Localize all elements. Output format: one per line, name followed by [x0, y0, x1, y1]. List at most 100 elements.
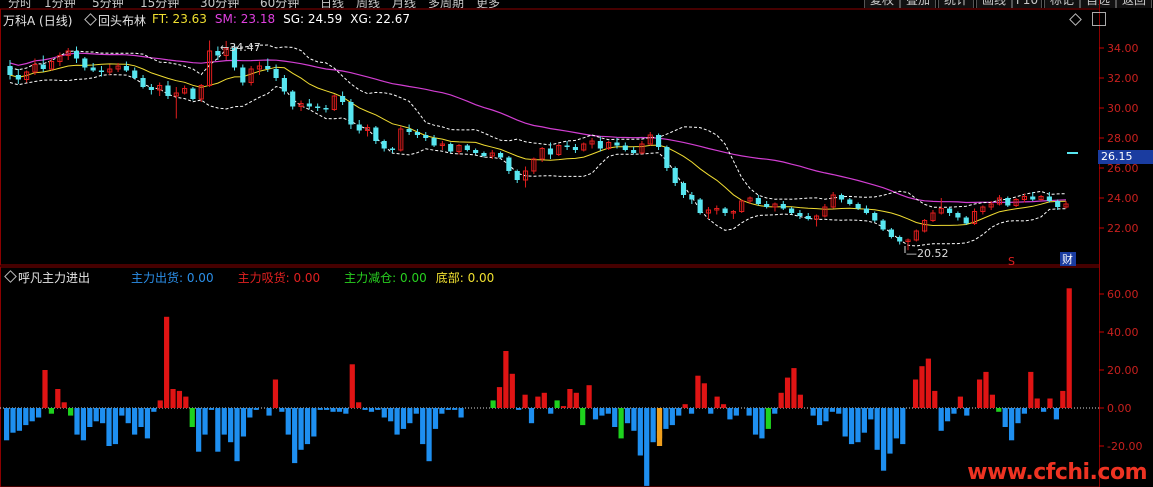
volume-bar — [816, 408, 823, 426]
volume-bar — [394, 408, 400, 435]
main-indicator-2: SG: 24.59 — [283, 12, 343, 26]
candle-body — [888, 229, 894, 237]
volume-bar — [119, 408, 125, 416]
volume-bar — [375, 408, 381, 410]
candle-body — [689, 195, 695, 200]
candle-body — [448, 144, 454, 152]
volume-bar — [304, 408, 311, 445]
volume-bar — [573, 392, 579, 408]
current-price-tag: 26.15 — [1098, 150, 1153, 164]
candle-body — [789, 208, 795, 213]
candle-body — [98, 70, 105, 72]
candle-body — [780, 204, 786, 209]
candle-body — [947, 208, 953, 213]
candle-body — [572, 147, 578, 150]
volume-bar — [733, 408, 739, 416]
volume-bar — [426, 408, 432, 462]
sm-line — [9, 52, 1067, 204]
volume-bar — [279, 408, 285, 412]
volume-bar — [580, 408, 586, 426]
volume-bar — [810, 408, 816, 416]
kline-chart: 22.0024.0026.0028.0030.0032.0034.00←34.4… — [0, 0, 1142, 487]
volume-bar — [157, 400, 163, 408]
marker-cai: 财 — [1062, 252, 1073, 266]
candle-body — [423, 135, 429, 138]
volume-bar — [253, 408, 259, 410]
volume-bar — [605, 408, 611, 414]
candle-body — [381, 141, 387, 149]
volume-bar — [765, 408, 771, 429]
volume-bar — [407, 408, 413, 424]
candle-body — [855, 204, 861, 209]
main-indicator-values: FT: 23.63 SM: 23.18 SG: 24.59 XG: 22.67 — [152, 12, 418, 26]
volume-bar — [887, 408, 893, 454]
sub-legend-0: 主力出货: 0.00 — [131, 271, 214, 285]
price-tick-label: 34.00 — [1107, 42, 1139, 55]
candle-body — [431, 138, 437, 146]
volume-bar — [592, 408, 599, 420]
volume-bar — [388, 408, 394, 422]
volume-bar — [80, 408, 87, 441]
candle-body — [797, 213, 803, 216]
volume-bar — [432, 408, 439, 429]
candle-body — [1030, 196, 1036, 200]
volume-bar — [535, 396, 541, 408]
candle-body — [697, 199, 703, 213]
volume-bar — [164, 316, 170, 408]
candle-body — [880, 220, 886, 230]
candle-body — [348, 102, 354, 125]
volume-bar — [1047, 398, 1053, 408]
candle-body — [872, 213, 878, 221]
volume-bar — [362, 408, 368, 410]
candle-body — [963, 217, 969, 224]
volume-bar — [900, 408, 906, 445]
candle-body — [148, 87, 154, 90]
volume-bar — [861, 408, 867, 433]
candle-body — [514, 171, 520, 180]
volume-bar — [772, 408, 778, 414]
candle-body — [389, 148, 396, 150]
volume-bar — [132, 408, 138, 435]
volume-bar — [381, 408, 387, 418]
volume-bar — [880, 408, 887, 471]
volume-bar — [637, 408, 643, 456]
candle-body — [373, 127, 379, 141]
volume-bar — [759, 408, 765, 439]
volume-bar — [714, 396, 720, 408]
volume-bar — [855, 408, 861, 443]
sub-tick-label: 40.00 — [1107, 326, 1139, 339]
volume-bar — [708, 408, 714, 414]
candle-body — [123, 66, 129, 71]
volume-bar — [989, 394, 995, 408]
main-indicator-0: FT: 23.63 — [152, 12, 207, 26]
volume-bar — [343, 408, 349, 414]
volume-bar — [106, 408, 112, 446]
candle-body — [847, 199, 853, 204]
marker-s: S — [1008, 255, 1015, 268]
price-tick-label: 30.00 — [1107, 102, 1139, 115]
volume-bar — [420, 408, 426, 445]
volume-bar — [228, 408, 234, 443]
main-indicator-1: SM: 23.18 — [214, 12, 276, 26]
volume-bar — [560, 406, 567, 408]
volume-bar — [215, 408, 221, 452]
candle-body — [498, 153, 504, 158]
volume-bar — [336, 408, 343, 412]
candle-body — [897, 237, 903, 242]
candle-body — [473, 150, 479, 153]
maximize-icon[interactable] — [1092, 12, 1106, 26]
candle-body — [655, 135, 662, 147]
candle-body — [755, 198, 761, 204]
candle-body — [838, 195, 845, 200]
volume-bar — [586, 385, 592, 408]
volume-bar — [727, 408, 733, 420]
candle-body — [1055, 201, 1061, 207]
candle-body — [506, 157, 512, 171]
volume-bar — [29, 408, 35, 422]
volume-bar — [951, 408, 957, 414]
volume-bar — [10, 408, 16, 433]
volume-bar — [413, 408, 419, 414]
volume-bar — [4, 408, 10, 441]
volume-bar — [176, 390, 183, 408]
volume-bar — [125, 408, 131, 424]
